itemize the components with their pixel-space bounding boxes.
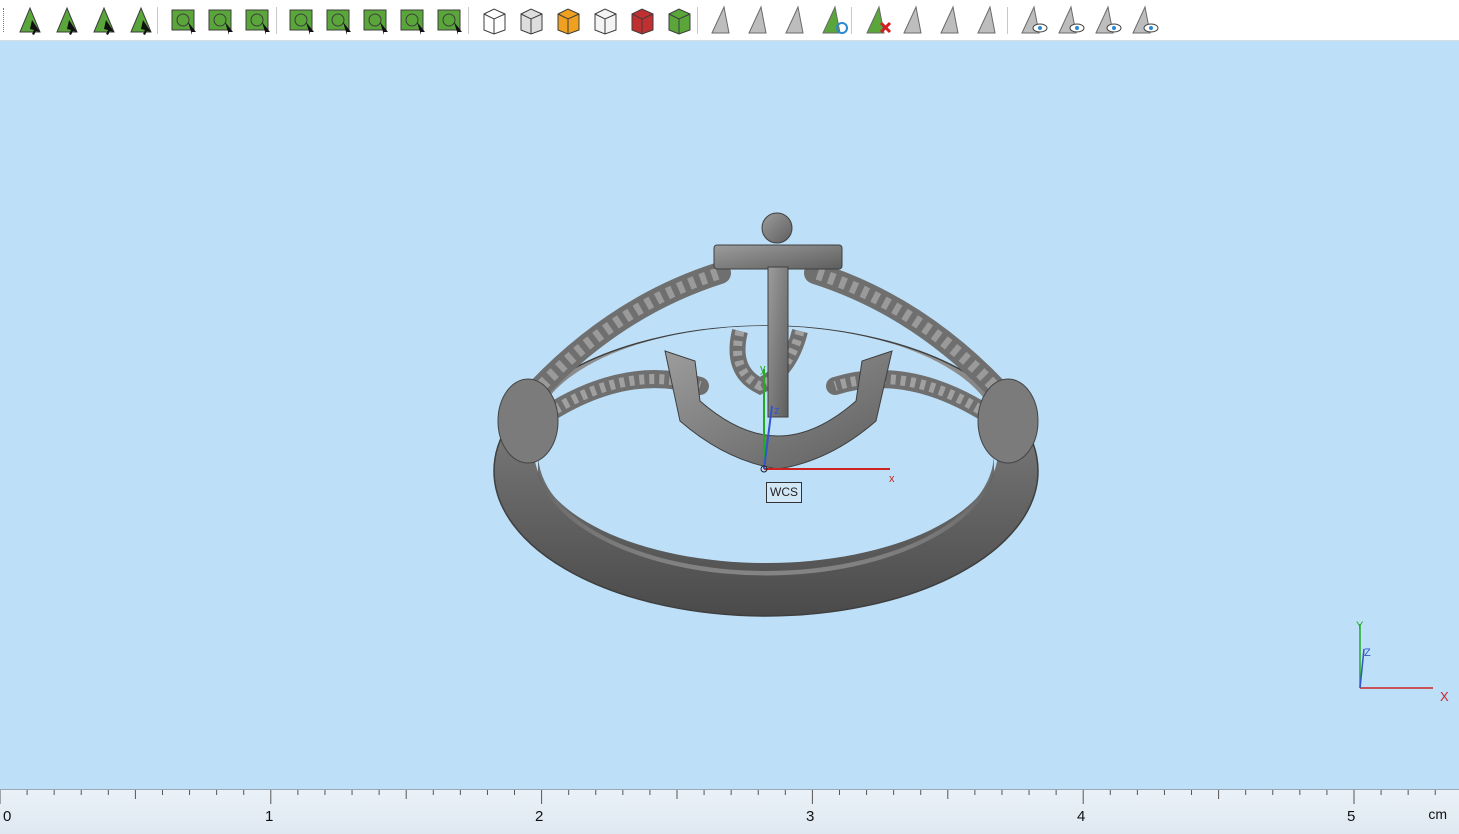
mesh-select-icon (289, 9, 314, 35)
ruler-label-3: 3 (806, 808, 815, 825)
ruler: 0 1 2 3 4 5 cm (0, 789, 1459, 834)
triangle-refresh-icon (822, 5, 848, 34)
tri-copy-button[interactable] (936, 4, 968, 36)
toolbar-separator (468, 7, 469, 34)
cube-red-view-icon (631, 8, 654, 35)
corner-z-label: Z (1364, 647, 1371, 659)
tri-refresh-button[interactable] (818, 4, 850, 36)
rect-select-icon (171, 9, 196, 35)
tri-edit-button[interactable] (973, 4, 1005, 36)
toolbar-separator (851, 7, 852, 34)
radial-select-button[interactable] (397, 4, 429, 36)
triangle-edit-icon (977, 5, 996, 34)
select-sphere-icon (130, 6, 152, 35)
tri-select-button[interactable] (707, 4, 739, 36)
rope-cap-left (497, 378, 559, 464)
mesh-select-button[interactable] (286, 4, 318, 36)
triangle-select-3-icon (785, 5, 804, 34)
triangle-delete-icon (866, 5, 892, 34)
path-select-button[interactable] (242, 4, 274, 36)
radial-select-icon (400, 9, 425, 35)
select-points-button[interactable] (14, 4, 46, 36)
rope-cap-right (977, 378, 1039, 464)
star-select-icon (363, 9, 388, 35)
ruler-label-1: 1 (265, 808, 274, 825)
ruler-unit: cm (1428, 806, 1447, 822)
toolbar-separator (697, 7, 698, 34)
select-surfaces-button[interactable] (51, 4, 83, 36)
star-select-button[interactable] (360, 4, 392, 36)
tri-select-3-button[interactable] (781, 4, 813, 36)
radial-select-2-icon (437, 9, 462, 35)
toolbar-separator (157, 7, 158, 34)
triangle-eye-icon (1021, 5, 1048, 34)
brush-select-icon (326, 9, 351, 35)
select-sphere-button[interactable] (125, 4, 157, 36)
corner-x-label: X (1440, 689, 1449, 704)
brush-select-button[interactable] (323, 4, 355, 36)
tri-eye-swap-button[interactable] (1054, 4, 1086, 36)
triangle-eye-blue-icon (1095, 5, 1122, 34)
ruler-ticks (0, 790, 1436, 804)
scene-canvas (493, 212, 1433, 689)
triangle-select-icon (711, 5, 730, 34)
cube-face-view-button[interactable] (515, 4, 547, 36)
cube-wire-view-button[interactable] (589, 4, 621, 36)
select-curves-button[interactable] (88, 4, 120, 36)
wcs-z-label: z (774, 405, 780, 417)
cube-orange-view-button[interactable] (552, 4, 584, 36)
triangle-hatch-icon (903, 5, 922, 34)
cube-green-view-button[interactable] (663, 4, 695, 36)
cube-wire-view-icon (594, 8, 617, 35)
toolbar-separator (276, 7, 277, 34)
triangle-eye-swap-icon (1058, 5, 1085, 34)
cube-green-view-icon (668, 8, 691, 35)
tri-select-2-button[interactable] (744, 4, 776, 36)
select-curves-icon (93, 6, 115, 35)
tri-eye-hide-button[interactable] (1128, 4, 1160, 36)
ruler-label-5: 5 (1347, 808, 1356, 825)
lasso-select-icon (208, 9, 233, 35)
radial-select-2-button[interactable] (434, 4, 466, 36)
cube-view-button[interactable] (478, 4, 510, 36)
cube-view-icon (483, 8, 506, 35)
ruler-label-2: 2 (535, 808, 544, 825)
rect-select-button[interactable] (168, 4, 200, 36)
triangle-copy-icon (940, 5, 959, 34)
wcs-x-label: x (889, 473, 895, 485)
tri-eye-blue-button[interactable] (1091, 4, 1123, 36)
lasso-select-button[interactable] (205, 4, 237, 36)
select-points-icon (19, 6, 41, 35)
select-surfaces-icon (56, 6, 78, 35)
toolbar-separator (1007, 7, 1008, 34)
ruler-label-4: 4 (1077, 808, 1086, 825)
tri-delete-button[interactable] (862, 4, 894, 36)
wcs-label[interactable]: WCS (766, 482, 802, 503)
3d-viewport[interactable]: x y z X Y Z (0, 41, 1459, 789)
tri-eye-button[interactable] (1017, 4, 1049, 36)
wcs-y-label: y (760, 363, 766, 375)
triangle-select-2-icon (748, 5, 767, 34)
path-select-icon (245, 9, 270, 35)
ruler-label-0: 0 (3, 808, 12, 825)
cube-red-view-button[interactable] (626, 4, 658, 36)
triangle-eye-hide-icon (1132, 5, 1159, 34)
toolbar-grip[interactable] (3, 8, 6, 32)
corner-y-label: Y (1356, 620, 1364, 632)
cube-face-view-icon (520, 8, 543, 35)
tri-hatch-button[interactable] (899, 4, 931, 36)
toolbar (0, 0, 1459, 41)
cube-orange-view-icon (557, 8, 580, 35)
